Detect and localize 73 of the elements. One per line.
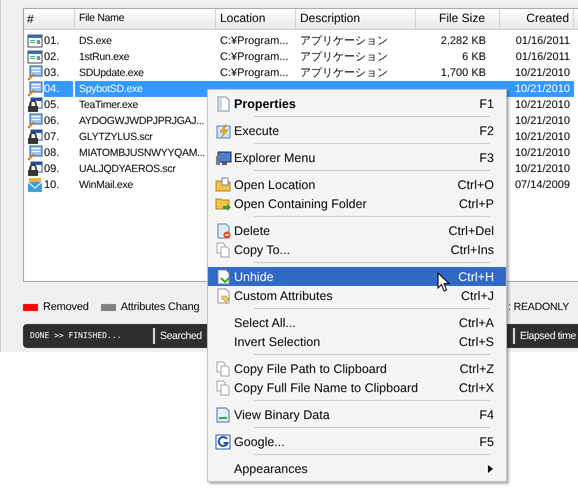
shortcut-label: F4: [479, 408, 494, 422]
menu-label: Appearances: [234, 462, 308, 476]
table-cell-text: 06.: [44, 114, 60, 129]
menu-label: Copy Full File Name to Clipboard: [234, 380, 418, 394]
menu-label: Custom Attributes: [234, 288, 333, 302]
table-cell-text: 10/21/2010: [514, 130, 571, 145]
status-text: DONE >> FINISHED...: [29, 330, 123, 342]
shortcut-label: F1: [479, 96, 494, 110]
shortcut-label: Ctrl+Z: [460, 362, 494, 376]
menu-label: Open Location: [234, 178, 316, 192]
shortcut-label: F3: [479, 150, 494, 164]
shortcut-label: Ctrl+J: [461, 288, 494, 302]
table-cell-text: 07/14/2009: [514, 178, 571, 193]
table-cell-text: WinMail.exe: [78, 178, 134, 193]
table-cell-text: C:¥Program...: [219, 66, 290, 81]
legend-label: Attributes Chang: [120, 301, 200, 313]
menu-label: View Binary Data: [234, 408, 330, 422]
table-cell: SpybotSD.exe: [75, 81, 216, 97]
legend-label: Removed: [43, 301, 89, 313]
menu-label: Explorer Menu: [234, 150, 316, 164]
menu-label: Delete: [234, 224, 270, 238]
menu-label: Copy To...: [234, 242, 290, 256]
table-cell-text: C:¥Program...: [219, 34, 290, 49]
shortcut-label: Ctrl+Ins: [450, 242, 494, 256]
status-text: Elapsed time: [513, 328, 578, 344]
table-cell-text: SDUpdate.exe: [78, 66, 145, 81]
table-cell-text: 10/21/2010: [514, 98, 571, 113]
table-cell-text: 05.: [44, 98, 60, 113]
table-cell-text: アプリケーション: [299, 50, 389, 65]
legend-label: : READONLY: [508, 301, 569, 313]
table-cell-text: TeaTimer.exe: [78, 98, 140, 113]
table-cell-text: 07.: [44, 130, 60, 145]
table-cell-text: 10/21/2010: [514, 162, 571, 177]
shortcut-label: Ctrl+P: [458, 196, 494, 210]
table-cell-text: 01/16/2011: [514, 50, 571, 65]
shortcut-label: F5: [479, 434, 494, 448]
table-cell-text: 08.: [44, 146, 60, 161]
table-cell: 10/21/2010: [500, 81, 574, 97]
table-cell-text: 1stRun.exe: [78, 50, 130, 65]
table-cell: 04.: [44, 81, 74, 97]
table-cell-text: GLYTZYLUS.scr: [78, 130, 154, 145]
menu-label: Unhide: [234, 270, 274, 284]
menu-label: Open Containing Folder: [234, 196, 367, 210]
table-cell-text: 10.: [44, 178, 60, 193]
menu-label: Properties: [234, 96, 296, 110]
shortcut-label: Ctrl+O: [458, 178, 494, 192]
menu-label: Copy File Path to Clipboard: [234, 362, 387, 376]
shortcut-label: Ctrl+A: [458, 316, 494, 330]
table-cell-text: 6 KB: [461, 50, 487, 65]
table-cell-text: MIATOMBJUSNWYYQAM...: [78, 146, 206, 161]
table-cell-text: 10/21/2010: [514, 114, 571, 129]
shortcut-label: Ctrl+H: [458, 270, 494, 284]
table-cell-text: 10/21/2010: [514, 66, 571, 81]
table-cell-text: 10/21/2010: [514, 146, 571, 161]
table-cell-text: 02.: [44, 50, 60, 65]
table-cell-text: 03.: [44, 66, 60, 81]
table-cell-text: アプリケーション: [299, 34, 389, 49]
table-cell-text: 09.: [44, 162, 60, 177]
table-cell-text: 1,700 KB: [440, 66, 487, 81]
shortcut-label: Ctrl+X: [458, 380, 494, 394]
table-cell-text: 01/16/2011: [514, 34, 571, 49]
shortcut-label: F2: [479, 124, 494, 138]
menu-label: Google...: [234, 434, 285, 448]
table-cell-text: アプリケーション: [299, 66, 389, 81]
table-cell-text: 01.: [44, 34, 60, 49]
table-cell-text: C:¥Program...: [219, 50, 290, 65]
table-cell-text: AYDOGWJWDPJPRJGAJ...: [78, 114, 206, 129]
menu-label: Execute: [234, 124, 280, 138]
table-cell-text: UALJQDYAEROS.scr: [78, 162, 177, 177]
menu-label: Select All...: [234, 316, 296, 330]
shortcut-label: Ctrl+Del: [448, 224, 494, 238]
table-cell-text: 2,282 KB: [440, 34, 487, 49]
table-cell-text: DS.exe: [78, 34, 113, 49]
